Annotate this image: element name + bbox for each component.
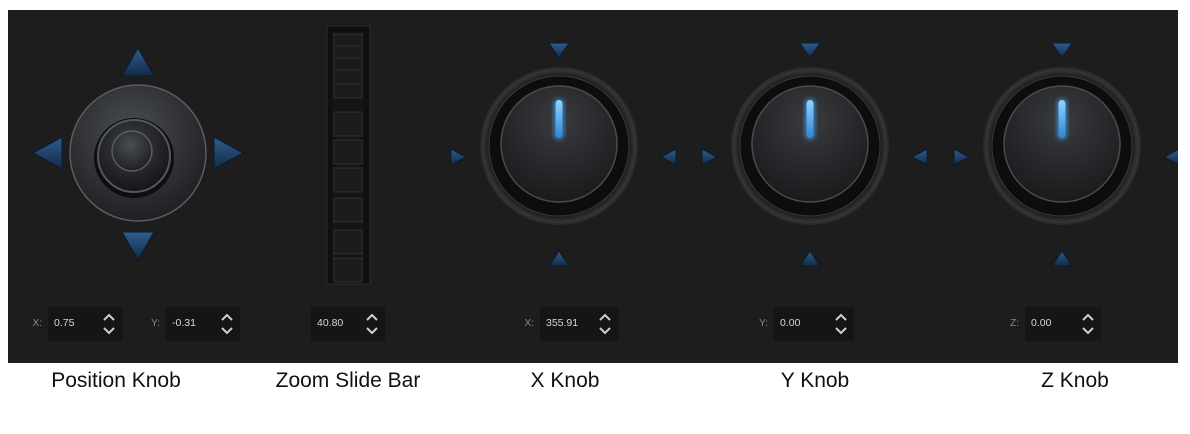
triangle-arrow-icon[interactable] [31,136,63,170]
triangle-arrow-icon[interactable] [799,250,821,267]
position-x-value: 0.75 [54,317,75,329]
spinner-down-icon[interactable] [833,325,849,337]
z-knob[interactable] [953,42,1178,267]
spinner-up-icon[interactable] [833,311,849,323]
triangle-arrow-icon[interactable] [1051,250,1073,267]
y-knob-field[interactable]: Y: 0.00 [759,307,854,341]
triangle-arrow-icon[interactable] [799,42,821,59]
x-knob-field[interactable]: X: 355.91 [525,307,618,341]
control-panel: X: 0.75 Y: -0.31 40.80 X: 355.91 Y: 0.00… [8,10,1178,363]
triangle-arrow-icon[interactable] [213,136,245,170]
y-knob[interactable] [701,42,928,267]
x-knob-value: 355.91 [546,317,579,329]
triangle-arrow-icon[interactable] [121,46,155,77]
position-x-field[interactable]: X: 0.75 [33,307,122,341]
spinner-up-icon[interactable] [1080,311,1096,323]
triangle-arrow-icon[interactable] [1162,148,1178,166]
spinner-down-icon[interactable] [101,325,117,337]
triangle-arrow-icon[interactable] [1051,42,1073,59]
spinner-down-icon[interactable] [364,325,380,337]
zoom-field[interactable]: 40.80 [311,307,385,341]
spinner-down-icon[interactable] [219,325,235,337]
position-knob[interactable] [31,46,245,262]
zoom-slider-cell [333,197,363,223]
triangle-arrow-icon[interactable] [121,231,155,262]
zoom-slider-caption: Zoom Slide Bar [275,369,421,392]
x-knob[interactable] [450,42,677,267]
zoom-slider-cell [333,229,363,255]
y-knob-caption: Y Knob [780,369,850,392]
zoom-slider-cell [333,83,363,99]
zoom-slider-cell [333,139,363,165]
zoom-slider-cell [333,257,363,283]
triangle-arrow-icon[interactable] [548,42,570,59]
spinner-down-icon[interactable] [1080,325,1096,337]
position-knob-caption: Position Knob [51,369,181,392]
y-knob-value: 0.00 [780,317,801,329]
position-y-value: -0.31 [172,317,196,329]
triangle-arrow-icon[interactable] [450,148,468,166]
triangle-arrow-icon[interactable] [701,148,719,166]
z-knob-caption: Z Knob [1041,369,1109,392]
triangle-arrow-icon[interactable] [548,250,570,267]
triangle-arrow-icon[interactable] [659,148,677,166]
position-y-label: Y: [151,318,160,329]
knob-indicator-icon [1058,100,1066,138]
knob-indicator-icon [806,100,814,138]
zoom-value: 40.80 [317,317,344,329]
z-knob-label: Z: [1010,318,1019,329]
knob-indicator-icon [555,100,563,138]
z-knob-field[interactable]: Z: 0.00 [1010,307,1101,341]
z-knob-value: 0.00 [1031,317,1052,329]
triangle-arrow-icon[interactable] [953,148,971,166]
spinner-down-icon[interactable] [597,325,613,337]
position-y-field[interactable]: Y: -0.31 [151,307,240,341]
spinner-up-icon[interactable] [219,311,235,323]
x-knob-caption: X Knob [530,369,600,392]
x-knob-label: X: [524,318,534,329]
spinner-up-icon[interactable] [597,311,613,323]
spinner-up-icon[interactable] [101,311,117,323]
zoom-slider-cell [333,167,363,193]
zoom-slider[interactable] [326,25,371,285]
triangle-arrow-icon[interactable] [910,148,928,166]
spinner-up-icon[interactable] [364,311,380,323]
y-knob-label: Y: [759,318,768,329]
zoom-slider-cell [333,111,363,137]
zoom-slider-cell [333,69,363,85]
position-x-label: X: [32,318,42,329]
